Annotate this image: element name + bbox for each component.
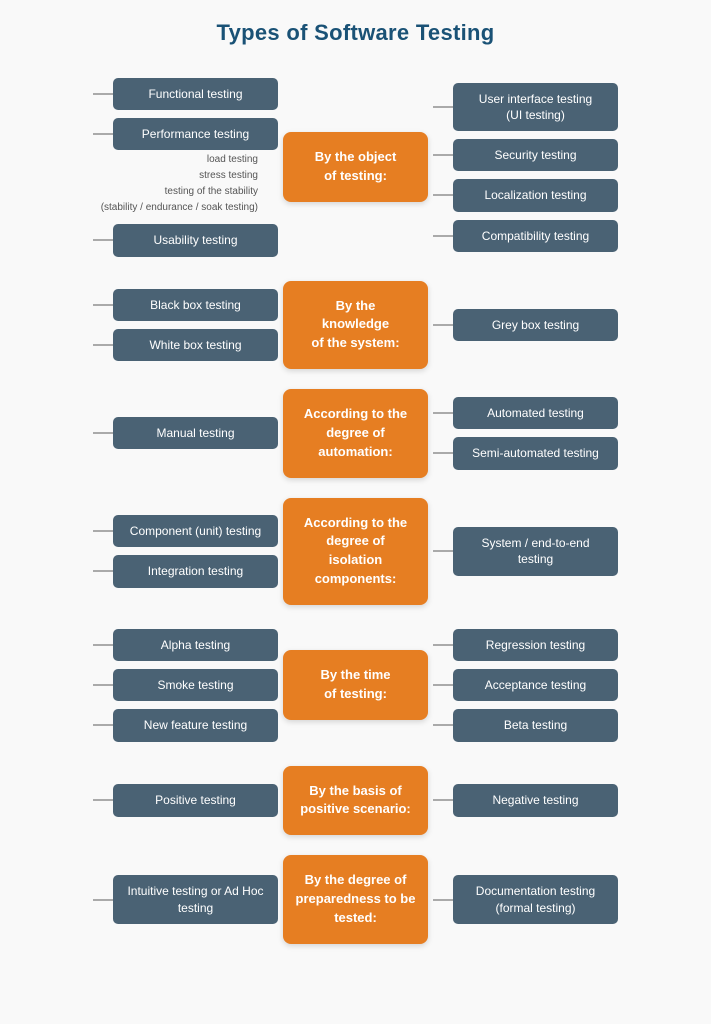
section-by-automation: Manual testingAccording to the degree of… <box>10 389 701 478</box>
center-box-by-scenario: By the basis of positive scenario: <box>283 766 428 836</box>
left-node-by-object-2: Usability testing <box>113 224 278 256</box>
center-box-by-time: By the time of testing: <box>283 650 428 720</box>
section-by-time: Alpha testing Smoke testing New feature te… <box>10 625 701 746</box>
left-node-by-isolation-0: Component (unit) testing <box>113 515 278 547</box>
center-box-by-object: By the object of testing: <box>283 132 428 202</box>
right-node-by-object-3: Compatibility testing <box>453 220 618 252</box>
left-node-by-preparedness-0: Intuitive testing or Ad Hoc testing <box>113 875 278 923</box>
left-node-by-time-2: New feature testing <box>113 709 278 741</box>
right-node-by-time-2: Beta testing <box>453 709 618 741</box>
left-node-by-knowledge-0: Black box testing <box>113 289 278 321</box>
section-by-knowledge: Black box testing White box testingBy the… <box>10 281 701 370</box>
center-box-by-knowledge: By the knowledge of the system: <box>283 281 428 370</box>
section-by-object: Functional testing Performance testingloa… <box>10 74 701 261</box>
right-node-by-object-2: Localization testing <box>453 179 618 211</box>
right-node-by-scenario-0: Negative testing <box>453 784 618 816</box>
center-box-by-preparedness: By the degree of preparedness to be test… <box>283 855 428 944</box>
left-node-by-scenario-0: Positive testing <box>113 784 278 816</box>
sections-container: Functional testing Performance testingloa… <box>10 74 701 944</box>
section-by-scenario: Positive testingBy the basis of positive… <box>10 766 701 836</box>
left-node-by-object-1: Performance testing <box>113 118 278 150</box>
section-by-isolation: Component (unit) testing Integration test… <box>10 498 701 605</box>
left-node-by-knowledge-1: White box testing <box>113 329 278 361</box>
subnotes-by-object-1: load testingstress testingtesting of the… <box>101 152 258 216</box>
page-title: Types of Software Testing <box>10 20 701 46</box>
right-node-by-object-0: User interface testing (UI testing) <box>453 83 618 131</box>
left-node-by-object-0: Functional testing <box>113 78 278 110</box>
right-node-by-object-1: Security testing <box>453 139 618 171</box>
right-node-by-time-1: Acceptance testing <box>453 669 618 701</box>
left-node-by-time-0: Alpha testing <box>113 629 278 661</box>
right-node-by-knowledge-0: Grey box testing <box>453 309 618 341</box>
right-node-by-time-0: Regression testing <box>453 629 618 661</box>
right-node-by-preparedness-0: Documentation testing (formal testing) <box>453 875 618 923</box>
center-box-by-automation: According to the degree of automation: <box>283 389 428 478</box>
left-node-by-automation-0: Manual testing <box>113 417 278 449</box>
left-node-by-isolation-1: Integration testing <box>113 555 278 587</box>
right-node-by-automation-1: Semi-automated testing <box>453 437 618 469</box>
left-node-by-time-1: Smoke testing <box>113 669 278 701</box>
right-node-by-automation-0: Automated testing <box>453 397 618 429</box>
right-node-by-isolation-0: System / end-to-end testing <box>453 527 618 575</box>
center-box-by-isolation: According to the degree of isolation com… <box>283 498 428 605</box>
section-by-preparedness: Intuitive testing or Ad Hoc testingBy th… <box>10 855 701 944</box>
